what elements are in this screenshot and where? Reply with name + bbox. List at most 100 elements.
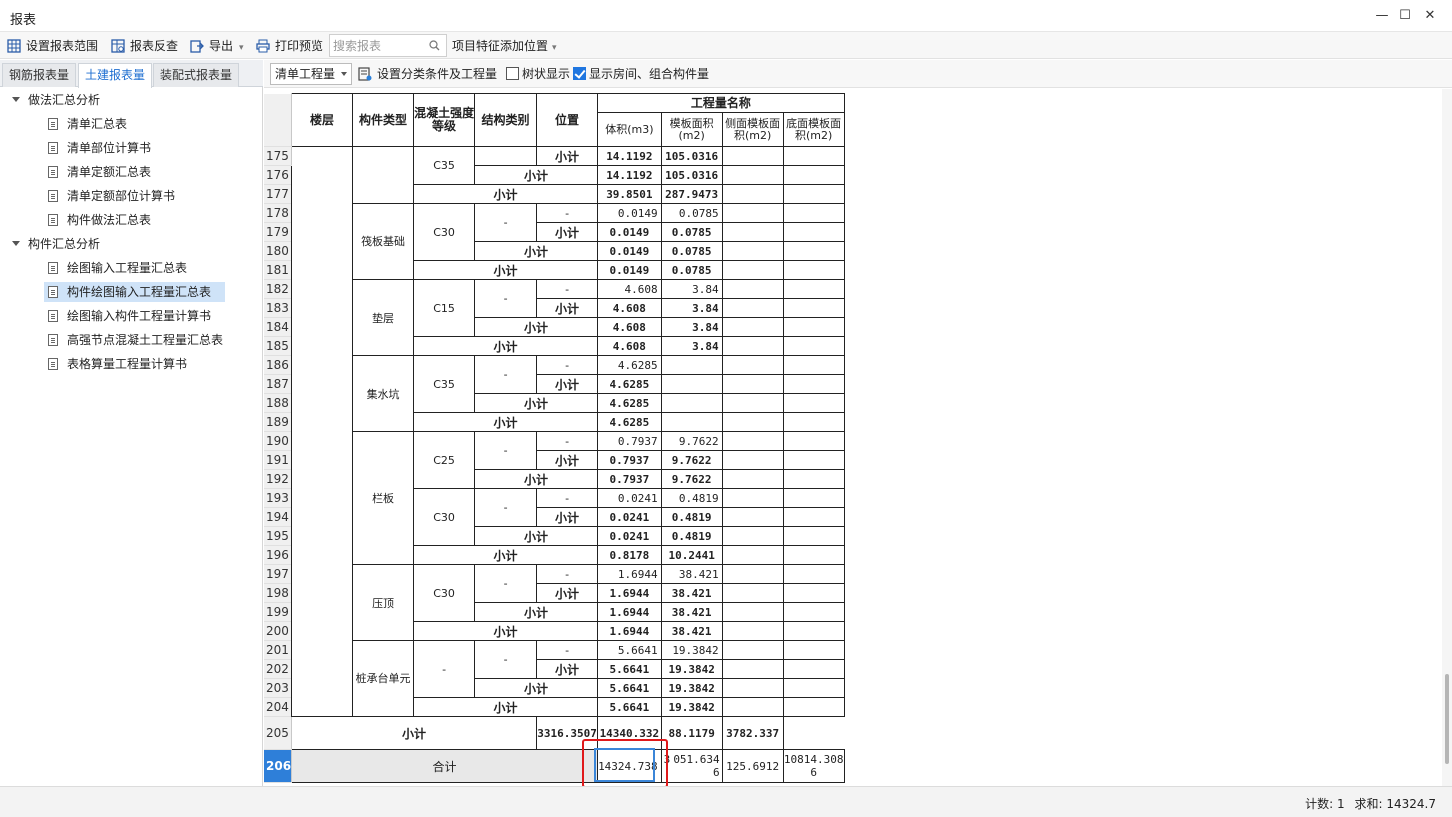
volume-cell: 4.6285: [597, 374, 662, 394]
formwork-cell: 38.421: [660, 583, 723, 603]
count-value: 1: [1337, 797, 1345, 811]
add-position-dropdown[interactable]: 项目特征添加位置 ▾: [452, 36, 557, 56]
row-number-selected[interactable]: 206: [264, 749, 293, 783]
side-formwork-cell: [721, 640, 784, 660]
structure-cell: -: [474, 279, 538, 318]
tree-item[interactable]: 清单定额部位计算书: [48, 186, 175, 206]
side-formwork-cell: [721, 374, 784, 394]
side-formwork-cell: [721, 260, 784, 280]
tree-item[interactable]: 构件做法汇总表: [48, 210, 151, 230]
highlight-annotation: [582, 739, 668, 786]
volume-cell: 5.6641: [597, 678, 662, 698]
tree-item[interactable]: 清单汇总表: [48, 114, 127, 134]
subtotal-cell: 小计: [474, 469, 599, 489]
tree-group-method[interactable]: 做法汇总分析: [12, 90, 100, 110]
bottom-formwork-cell: 3782.337: [721, 716, 784, 750]
total-side-formwork-cell: 125.6912: [721, 749, 784, 783]
tab-rebar[interactable]: 钢筋报表量: [2, 63, 77, 87]
export-button[interactable]: 导出 ▾: [190, 36, 244, 56]
report-navigator: 钢筋报表量 土建报表量 装配式报表量 做法汇总分析 清单汇总表 清单部位计算书 …: [0, 60, 263, 786]
close-button[interactable]: ✕: [1418, 6, 1442, 26]
tree-item-label: 清单定额汇总表: [67, 165, 152, 179]
tree-item-label: 清单汇总表: [67, 117, 128, 131]
row-number: 193: [264, 488, 293, 508]
formwork-cell: 38.421: [660, 621, 723, 641]
bottom-formwork-cell: [782, 640, 845, 660]
structure-cell: -: [474, 431, 538, 470]
tree-item-label: 高强节点混凝土工程量汇总表: [67, 333, 224, 347]
volume-cell: 4.608: [597, 298, 662, 318]
subtotal-cell: 小计: [413, 336, 599, 356]
window-title: 报表: [10, 13, 37, 28]
tree-item[interactable]: 绘图输入工程量汇总表: [48, 258, 187, 278]
tree-item[interactable]: 清单定额汇总表: [48, 162, 151, 182]
document-icon: [48, 262, 58, 274]
quantity-type-value: 清单工程量: [275, 67, 336, 81]
vertical-scrollbar[interactable]: [1442, 89, 1452, 786]
formwork-cell: 19.3842: [660, 678, 723, 698]
side-formwork-cell: [721, 165, 784, 185]
quantity-type-select[interactable]: 清单工程量: [270, 63, 352, 85]
tree-item[interactable]: 高强节点混凝土工程量汇总表: [48, 330, 223, 350]
subtotal-cell: 小计: [536, 146, 599, 166]
document-icon: [48, 358, 58, 370]
subtotal-cell: 小计: [413, 260, 599, 280]
header-concrete-grade: 混凝土强度等级: [413, 93, 476, 147]
show-rooms-checkbox[interactable]: [573, 67, 586, 80]
tree-item[interactable]: 清单部位计算书: [48, 138, 151, 158]
subtotal-cell: 小计: [536, 298, 599, 318]
reverse-check-button[interactable]: 报表反查: [111, 36, 178, 56]
status-summary: 计数: 1 求和: 14324.7: [1305, 795, 1436, 812]
side-formwork-cell: [721, 507, 784, 527]
tree-display-checkbox[interactable]: [506, 67, 519, 80]
subtotal-cell: 小计: [413, 545, 599, 565]
report-search-input[interactable]: [330, 35, 426, 56]
subtotal-cell: 小计: [413, 621, 599, 641]
volume-cell: 0.0149: [597, 203, 662, 223]
maximize-button[interactable]: ☐: [1393, 6, 1417, 26]
search-icon[interactable]: [429, 40, 440, 51]
header-side-formwork: 侧面模板面积(m2): [721, 112, 784, 147]
position-cell: -: [536, 279, 599, 299]
grade-cell: -: [413, 640, 476, 698]
header-formwork-area: 模板面积(m2): [660, 112, 723, 147]
subtotal-cell: 小计: [536, 222, 599, 242]
bottom-formwork-cell: [782, 260, 845, 280]
document-icon: [48, 334, 58, 346]
row-number: 190: [264, 431, 293, 451]
print-preview-label: 打印预览: [275, 39, 324, 53]
minimize-button[interactable]: —: [1370, 6, 1394, 26]
tab-civil[interactable]: 土建报表量: [78, 63, 153, 88]
total-bottom-formwork-cell: 10814.3086: [782, 749, 845, 783]
formwork-cell: 9.7622: [660, 431, 723, 451]
volume-cell: 0.8178: [597, 545, 662, 565]
tree-group-component[interactable]: 构件汇总分析: [12, 234, 100, 254]
bottom-formwork-cell: [782, 564, 845, 584]
scrollbar-thumb[interactable]: [1445, 674, 1449, 764]
side-formwork-cell: [721, 393, 784, 413]
tree-item-label: 清单部位计算书: [67, 141, 152, 155]
tree-display-toggle[interactable]: 树状显示: [506, 64, 570, 84]
set-range-button[interactable]: 设置报表范围: [7, 36, 98, 56]
tree-item[interactable]: 表格算量工程量计算书: [48, 354, 187, 374]
header-structure-type: 结构类别: [474, 93, 538, 147]
document-icon: [48, 118, 58, 130]
grade-cell: C30: [413, 564, 476, 622]
tree-item[interactable]: 绘图输入构件工程量计算书: [48, 306, 211, 326]
bottom-formwork-cell: [782, 469, 845, 489]
row-number: 176: [264, 165, 293, 185]
print-preview-button[interactable]: 打印预览: [256, 36, 323, 56]
set-conditions-button[interactable]: 设置分类条件及工程量: [358, 64, 497, 84]
settings-table-icon: [358, 67, 372, 81]
structure-cell: -: [474, 564, 538, 603]
row-number: 197: [264, 564, 293, 584]
show-rooms-toggle[interactable]: 显示房间、组合构件量: [573, 64, 709, 84]
bottom-formwork-cell: [782, 678, 845, 698]
tree-item-label: 清单定额部位计算书: [67, 189, 176, 203]
side-formwork-cell: [721, 564, 784, 584]
tree-item-selected[interactable]: 构件绘图输入工程量汇总表: [44, 282, 226, 302]
bottom-formwork-cell: [782, 507, 845, 527]
row-number: 179: [264, 222, 293, 242]
tab-prefab[interactable]: 装配式报表量: [153, 63, 240, 87]
reverse-check-label: 报表反查: [130, 39, 179, 53]
